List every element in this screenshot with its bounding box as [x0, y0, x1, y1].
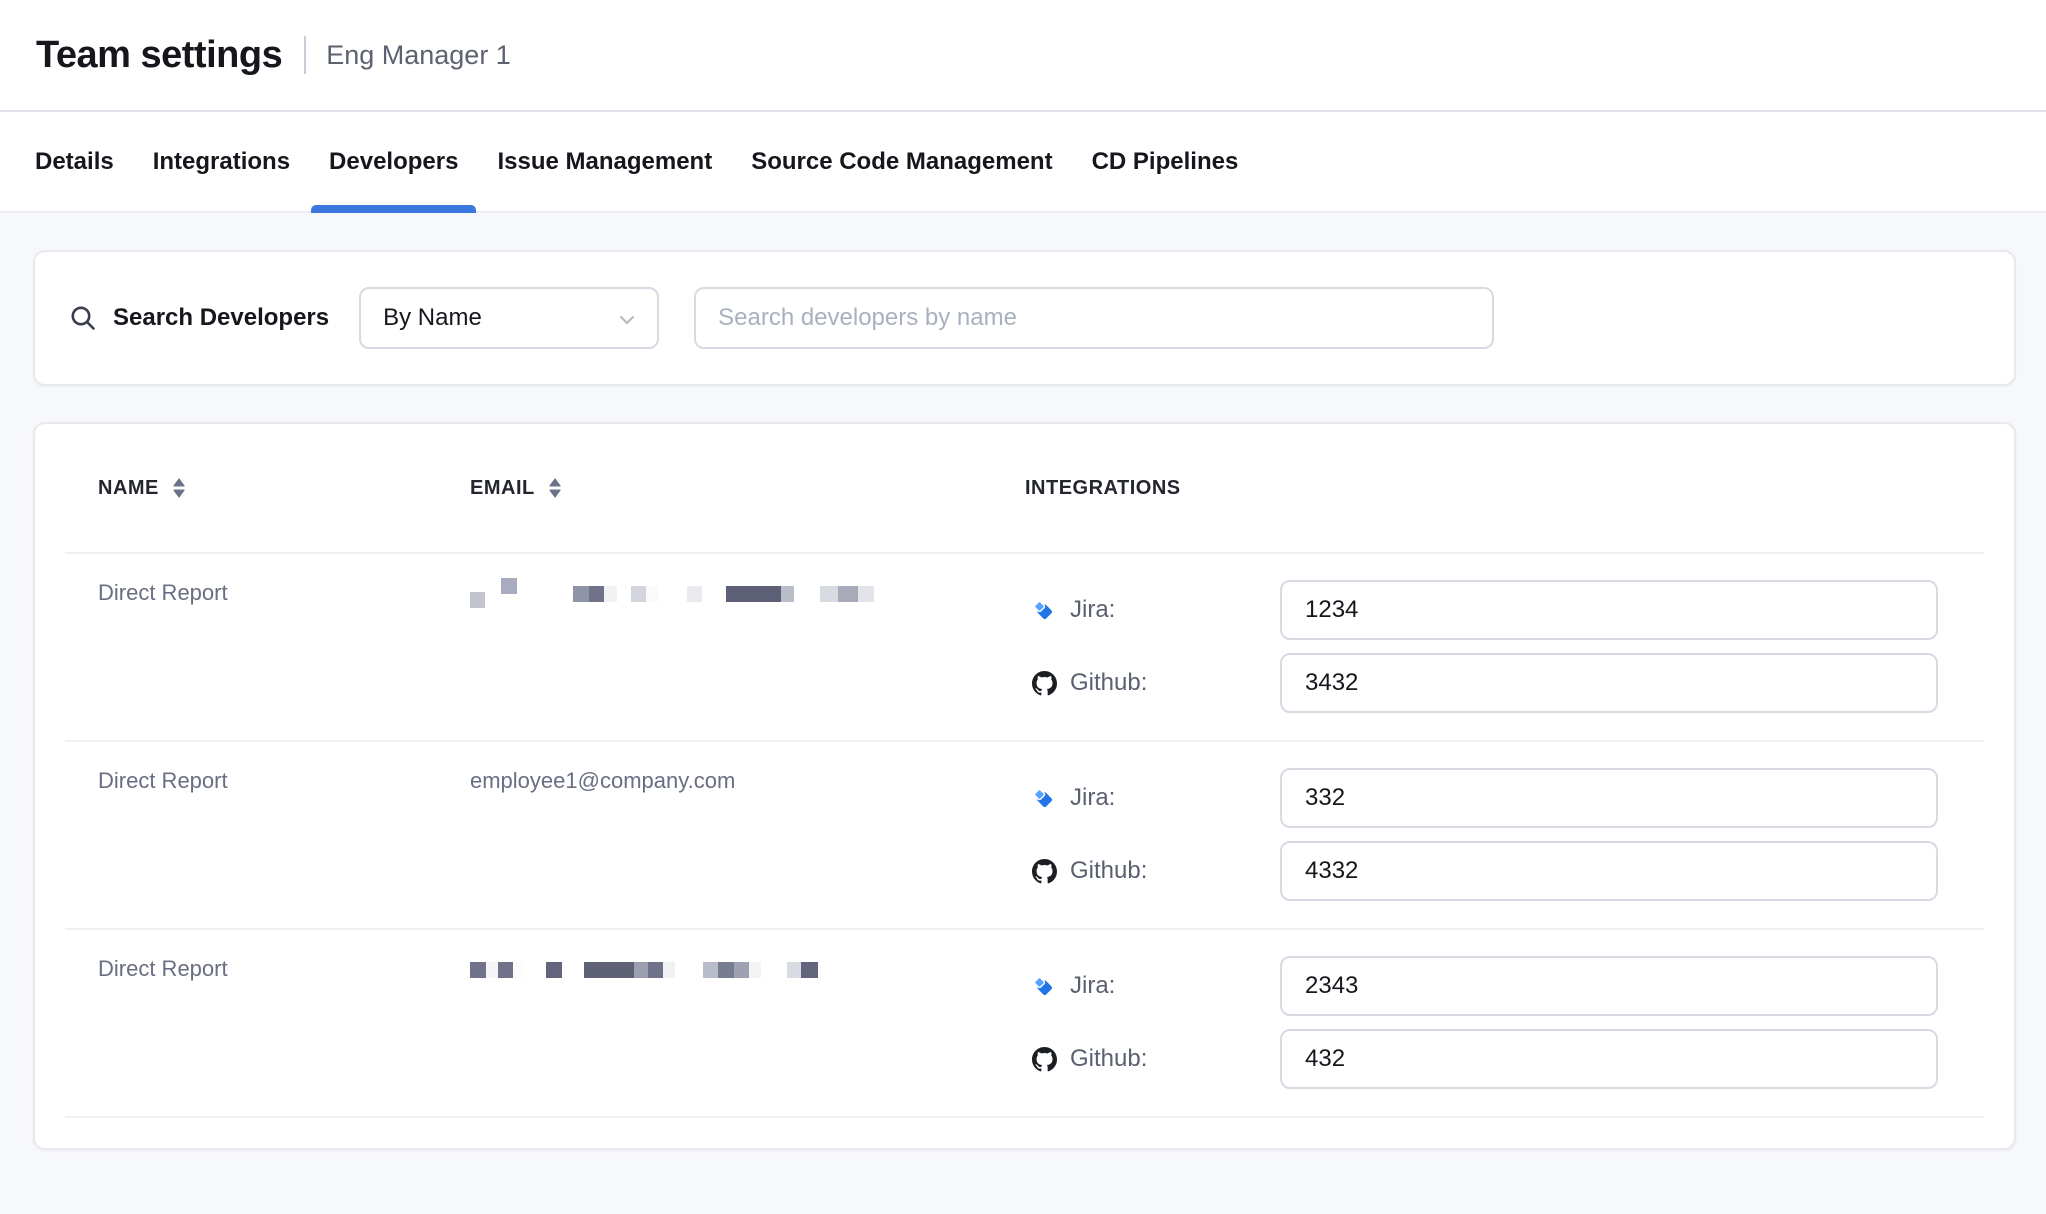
jira-id-input[interactable] — [1280, 956, 1938, 1016]
jira-field: Jira: — [1025, 956, 1984, 1016]
jira-id-input[interactable] — [1280, 580, 1938, 640]
tab-issue-management[interactable]: Issue Management — [479, 112, 730, 211]
title-divider — [304, 36, 306, 74]
jira-label: Jira: — [1070, 784, 1115, 812]
search-filter-value: By Name — [383, 304, 482, 332]
page-header: Team settings Eng Manager 1 — [0, 0, 2046, 112]
jira-icon — [1031, 598, 1057, 622]
table-row: Direct Report employee1@company.com Jira… — [65, 740, 1984, 928]
jira-field: Jira: — [1025, 768, 1984, 828]
github-field: Github: — [1025, 841, 1984, 901]
jira-label: Jira: — [1070, 972, 1115, 1000]
integrations-cell: Jira: Github: — [1025, 768, 1984, 914]
redacted-email — [470, 958, 1025, 982]
jira-id-input[interactable] — [1280, 768, 1938, 828]
search-input[interactable] — [694, 287, 1494, 349]
search-icon — [68, 303, 98, 333]
integrations-cell: Jira: Github: — [1025, 580, 1984, 726]
column-header-integrations: INTEGRATIONS — [1025, 477, 1984, 500]
github-icon — [1031, 1047, 1057, 1072]
github-field: Github: — [1025, 1029, 1984, 1089]
table-header-row: NAME EMAIL INTEGRATIONS — [65, 424, 1984, 552]
github-label: Github: — [1070, 669, 1147, 697]
developer-name: Direct Report — [98, 768, 470, 794]
github-id-input[interactable] — [1280, 1029, 1938, 1089]
github-label: Github: — [1070, 857, 1147, 885]
sort-icon-email[interactable] — [548, 476, 562, 500]
jira-label: Jira: — [1070, 596, 1115, 624]
tab-developers[interactable]: Developers — [311, 112, 476, 211]
github-id-input[interactable] — [1280, 841, 1938, 901]
tab-cd-pipelines[interactable]: CD Pipelines — [1074, 112, 1257, 211]
developer-email: employee1@company.com — [470, 768, 1025, 794]
github-label: Github: — [1070, 1045, 1147, 1073]
active-tab-underline — [311, 205, 476, 213]
developer-name: Direct Report — [98, 580, 470, 606]
table-row: Direct Report Jira: — [65, 552, 1984, 740]
developer-name: Direct Report — [98, 956, 470, 982]
main-content: Search Developers By Name NAME EMAIL — [0, 213, 2046, 1150]
column-header-name: NAME — [98, 476, 470, 500]
sort-icon-name[interactable] — [172, 476, 186, 500]
search-card: Search Developers By Name — [33, 250, 2016, 386]
tab-details[interactable]: Details — [17, 112, 132, 211]
jira-icon — [1031, 974, 1057, 998]
tab-integrations[interactable]: Integrations — [135, 112, 308, 211]
redacted-email — [470, 582, 1025, 606]
github-icon — [1031, 671, 1057, 696]
developer-email — [470, 956, 1025, 982]
search-label: Search Developers — [113, 304, 329, 332]
tab-source-code-management[interactable]: Source Code Management — [733, 112, 1070, 211]
chevron-down-icon — [619, 304, 635, 332]
table-body: Direct Report Jira: — [65, 552, 1984, 1148]
page-subtitle: Eng Manager 1 — [326, 40, 511, 71]
developer-email — [470, 580, 1025, 606]
jira-field: Jira: — [1025, 580, 1984, 640]
table-row: Direct Report Jira: — [65, 928, 1984, 1118]
integrations-cell: Jira: Github: — [1025, 956, 1984, 1102]
page-title: Team settings — [36, 34, 282, 77]
tab-bar: Details Integrations Developers Issue Ma… — [0, 112, 2046, 213]
jira-icon — [1031, 786, 1057, 810]
developers-table: NAME EMAIL INTEGRATIONS Direct Report — [33, 422, 2016, 1150]
github-id-input[interactable] — [1280, 653, 1938, 713]
github-icon — [1031, 859, 1057, 884]
search-filter-dropdown[interactable]: By Name — [359, 287, 659, 349]
column-header-email: EMAIL — [470, 476, 1025, 500]
github-field: Github: — [1025, 653, 1984, 713]
